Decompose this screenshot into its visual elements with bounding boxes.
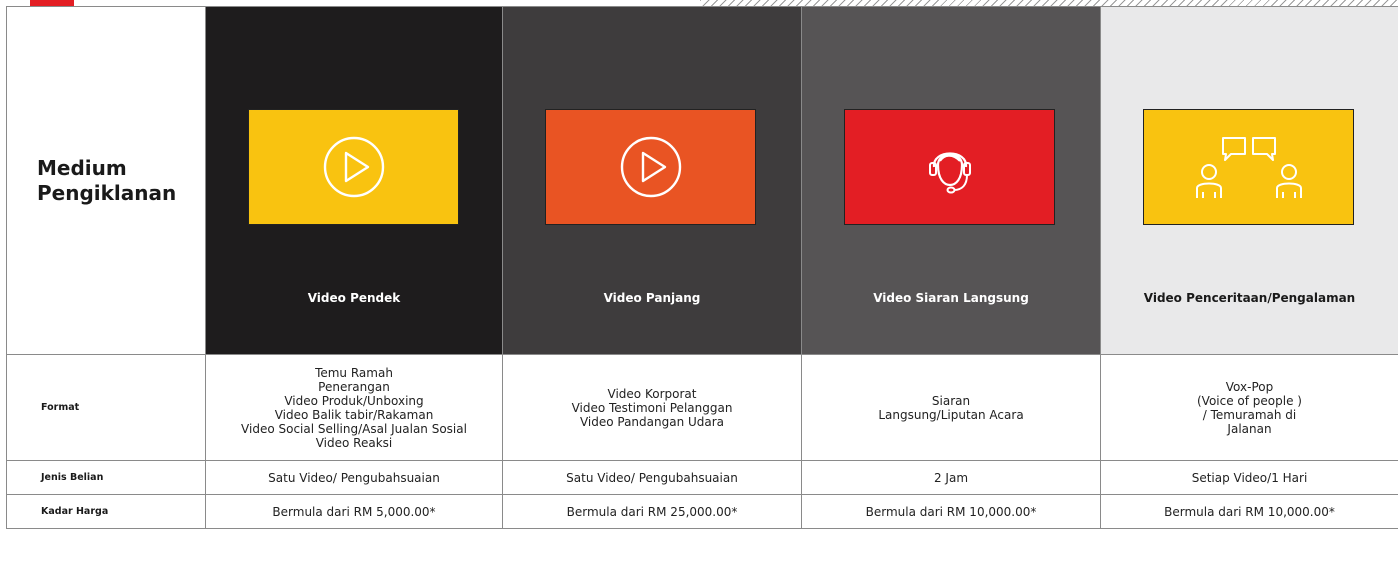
format-row: Format Temu Ramah Penerangan Video Produk/… <box>6 354 1398 461</box>
media-label: Video Panjang <box>603 291 701 305</box>
play-icon <box>323 136 384 198</box>
media-thumbnail <box>844 109 1055 225</box>
row-label-format: Format <box>6 354 206 461</box>
row-label-kadar-harga: Kadar Harga <box>6 494 206 529</box>
format-line: Video Balik tabir/Rakaman <box>274 407 434 422</box>
media-label: Video Siaran Langsung <box>873 291 1029 305</box>
media-column-video-penceritaan: Video Penceritaan/Pengalaman <box>1100 6 1398 355</box>
format-line: Jalanan <box>1227 421 1272 436</box>
media-header-row: Medium Pengiklanan Video Pendek Video Pa… <box>6 6 1398 355</box>
row-label-jenis-belian: Jenis Belian <box>6 460 206 495</box>
jenis-belian-cell: Satu Video/ Pengubahsuaian <box>205 460 503 495</box>
format-cell: Siaran Langsung/Liputan Acara <box>801 354 1101 461</box>
format-line: Penerangan <box>318 379 390 394</box>
conversation-icon <box>1195 137 1302 198</box>
kadar-harga-cell: Bermula dari RM 5,000.00* <box>205 494 503 529</box>
jenis-belian-row: Jenis Belian Satu Video/ Pengubahsuaian … <box>6 460 1398 495</box>
format-cell: Vox-Pop (Voice of people ) / Temuramah di J… <box>1100 354 1398 461</box>
format-line: Video Korporat <box>607 386 697 401</box>
jenis-belian-cell: Setiap Video/1 Hari <box>1100 460 1398 495</box>
media-thumbnail <box>1143 109 1354 225</box>
format-cell: Video Korporat Video Testimoni Pelanggan V… <box>502 354 802 461</box>
media-column-video-pendek: Video Pendek <box>205 6 503 355</box>
jenis-belian-cell: 2 Jam <box>801 460 1101 495</box>
jenis-belian-cell: Satu Video/ Pengubahsuaian <box>502 460 802 495</box>
format-cell: Temu Ramah Penerangan Video Produk/Unboxin… <box>205 354 503 461</box>
kadar-harga-cell: Bermula dari RM 10,000.00* <box>801 494 1101 529</box>
play-icon <box>620 136 681 198</box>
format-line: Video Reaksi <box>315 435 393 450</box>
media-label: Video Pendek <box>307 291 401 305</box>
format-line: Video Produk/Unboxing <box>284 393 424 408</box>
title-cell: Medium Pengiklanan <box>6 6 206 355</box>
advertising-media-table: Medium Pengiklanan Video Pendek Video Pa… <box>6 6 1398 529</box>
page-title: Medium Pengiklanan <box>37 155 177 205</box>
format-line: Video Pandangan Udara <box>579 414 725 429</box>
format-line: Video Testimoni Pelanggan <box>571 400 733 415</box>
format-line: Langsung/Liputan Acara <box>878 407 1024 422</box>
media-column-video-panjang: Video Panjang <box>502 6 802 355</box>
kadar-harga-row: Kadar Harga Bermula dari RM 5,000.00* Be… <box>6 494 1398 529</box>
format-line: Temu Ramah <box>315 365 393 380</box>
format-line: / Temuramah di <box>1202 407 1297 422</box>
format-line: Vox-Pop <box>1225 379 1274 394</box>
media-label: Video Penceritaan/Pengalaman <box>1143 291 1356 305</box>
kadar-harga-cell: Bermula dari RM 25,000.00* <box>502 494 802 529</box>
media-thumbnail <box>248 109 459 225</box>
media-thumbnail <box>545 109 756 225</box>
media-column-video-siaran-langsung: Video Siaran Langsung <box>801 6 1101 355</box>
format-line: (Voice of people ) <box>1197 393 1302 408</box>
format-line: Siaran <box>931 393 971 408</box>
format-line: Video Social Selling/Asal Jualan Sosial <box>241 421 467 436</box>
kadar-harga-cell: Bermula dari RM 10,000.00* <box>1100 494 1398 529</box>
headset-agent-icon <box>928 152 971 194</box>
